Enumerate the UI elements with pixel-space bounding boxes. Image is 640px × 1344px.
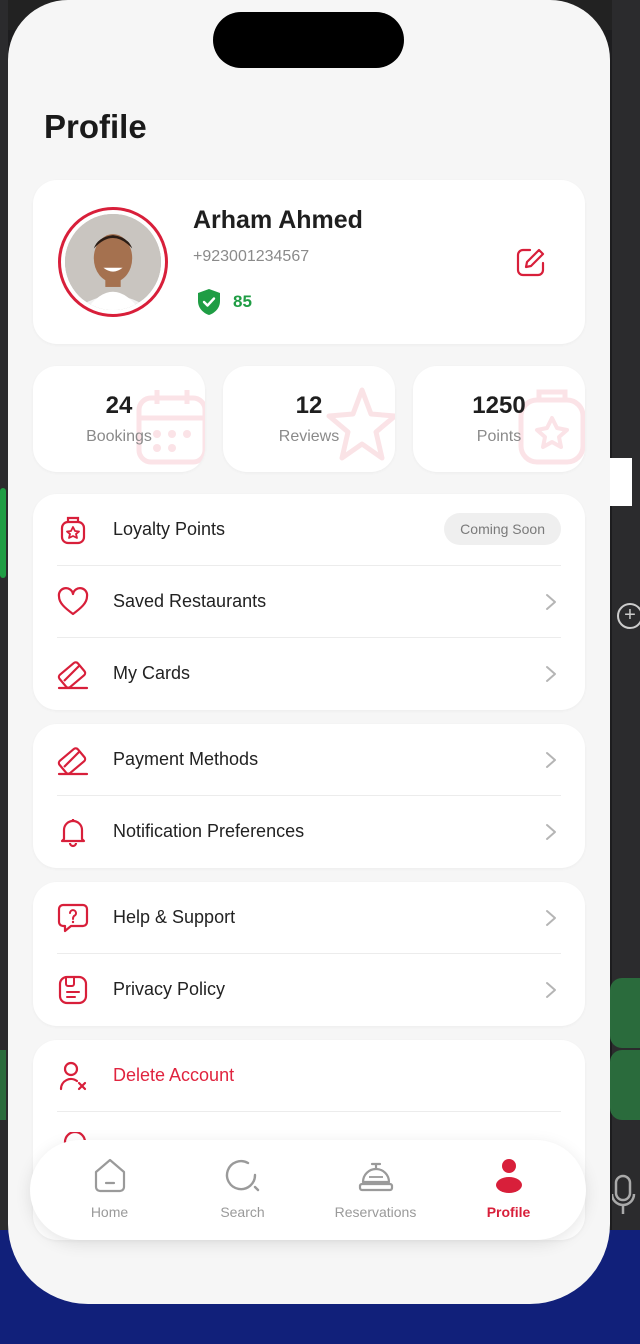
tab-reservations[interactable]: Reservations	[306, 1140, 445, 1240]
chevron-right-icon	[546, 666, 556, 682]
tab-label: Reservations	[334, 1204, 417, 1220]
search-icon	[225, 1159, 259, 1192]
background-green-bar	[0, 1050, 6, 1120]
menu-item-saved-restaurants[interactable]: Saved Restaurants	[33, 566, 585, 638]
stat-reviews[interactable]: 12 Reviews	[223, 366, 395, 472]
phone-screen: Profile Arham Ahmed +923001234567 85 24 …	[8, 0, 610, 1304]
reservation-bell-icon	[358, 1162, 393, 1192]
tab-label: Search	[220, 1204, 265, 1220]
tab-profile[interactable]: Profile	[439, 1140, 578, 1240]
home-icon	[94, 1158, 125, 1193]
help-icon	[57, 903, 89, 933]
tab-home[interactable]: Home	[40, 1140, 179, 1240]
user-phone: +923001234567	[193, 248, 310, 265]
points-label: Points	[476, 428, 522, 445]
menu-item-label: Help & Support	[113, 907, 236, 927]
menu-item-loyalty-points[interactable]: Loyalty Points Coming Soon	[33, 494, 585, 566]
reviews-count: 12	[295, 392, 323, 419]
tab-search[interactable]: Search	[173, 1140, 312, 1240]
menu-item-label: Loyalty Points	[113, 519, 226, 539]
menu-item-help-support[interactable]: Help & Support	[33, 882, 585, 954]
menu-group-payments: Payment Methods Notification Preferences	[33, 724, 585, 868]
menu-item-label: Privacy Policy	[113, 979, 226, 999]
coming-soon-badge: Coming Soon	[444, 513, 561, 545]
bookings-count: 24	[105, 392, 133, 419]
tab-label: Home	[90, 1204, 129, 1220]
bell-icon	[60, 819, 86, 848]
background-green-tile	[610, 1050, 640, 1120]
chevron-right-icon	[546, 752, 556, 768]
avatar-photo	[65, 214, 161, 310]
tab-label: Profile	[486, 1204, 531, 1220]
menu-item-label: Delete Account	[113, 1065, 235, 1085]
menu-item-notification-preferences[interactable]: Notification Preferences	[33, 796, 585, 868]
shield-check-icon	[198, 289, 220, 315]
profile-card: Arham Ahmed +923001234567 85	[33, 180, 585, 344]
chevron-right-icon	[546, 982, 556, 998]
loyalty-icon	[60, 516, 86, 545]
points-count: 1250	[472, 392, 526, 419]
chevron-right-icon	[546, 594, 556, 610]
divider	[57, 1111, 561, 1112]
menu-item-my-cards[interactable]: My Cards	[33, 638, 585, 710]
background-left	[0, 0, 8, 1230]
microphone-icon	[612, 1174, 636, 1214]
menu-item-privacy-policy[interactable]: Privacy Policy	[33, 954, 585, 1026]
background-green-tile	[610, 978, 640, 1048]
menu-item-label: Saved Restaurants	[113, 591, 267, 611]
delete-user-icon	[59, 1061, 87, 1091]
chevron-right-icon	[546, 910, 556, 926]
menu-group-rewards: Loyalty Points Coming Soon Saved Restaur…	[33, 494, 585, 710]
avatar[interactable]	[58, 207, 168, 317]
background-poster	[608, 458, 632, 506]
menu-item-label: Notification Preferences	[113, 821, 305, 841]
stat-bookings[interactable]: 24 Bookings	[33, 366, 205, 472]
loyalty-score: 85	[233, 292, 252, 311]
profile-icon	[495, 1159, 522, 1193]
background-green-bar	[0, 488, 6, 578]
card-icon	[57, 661, 89, 690]
background-plus-icon: +	[617, 603, 640, 629]
edit-profile-icon[interactable]	[515, 246, 547, 278]
menu-item-label: My Cards	[113, 663, 191, 683]
menu-item-payment-methods[interactable]: Payment Methods	[33, 724, 585, 796]
chevron-right-icon	[546, 824, 556, 840]
heart-icon	[57, 587, 89, 616]
menu-item-delete-account[interactable]: Delete Account	[33, 1040, 585, 1112]
dynamic-island	[213, 12, 404, 68]
stat-points[interactable]: 1250 Points	[413, 366, 585, 472]
page-title: Profile	[44, 108, 147, 145]
menu-item-label: Payment Methods	[113, 749, 259, 769]
document-icon	[58, 975, 88, 1005]
reviews-label: Reviews	[278, 428, 340, 445]
bookings-label: Bookings	[86, 428, 152, 445]
menu-group-support: Help & Support Privacy Policy	[33, 882, 585, 1026]
user-name: Arham Ahmed	[193, 206, 363, 234]
card-icon	[57, 747, 89, 776]
bottom-tab-bar: Home Search Reservations Profile	[30, 1140, 586, 1240]
